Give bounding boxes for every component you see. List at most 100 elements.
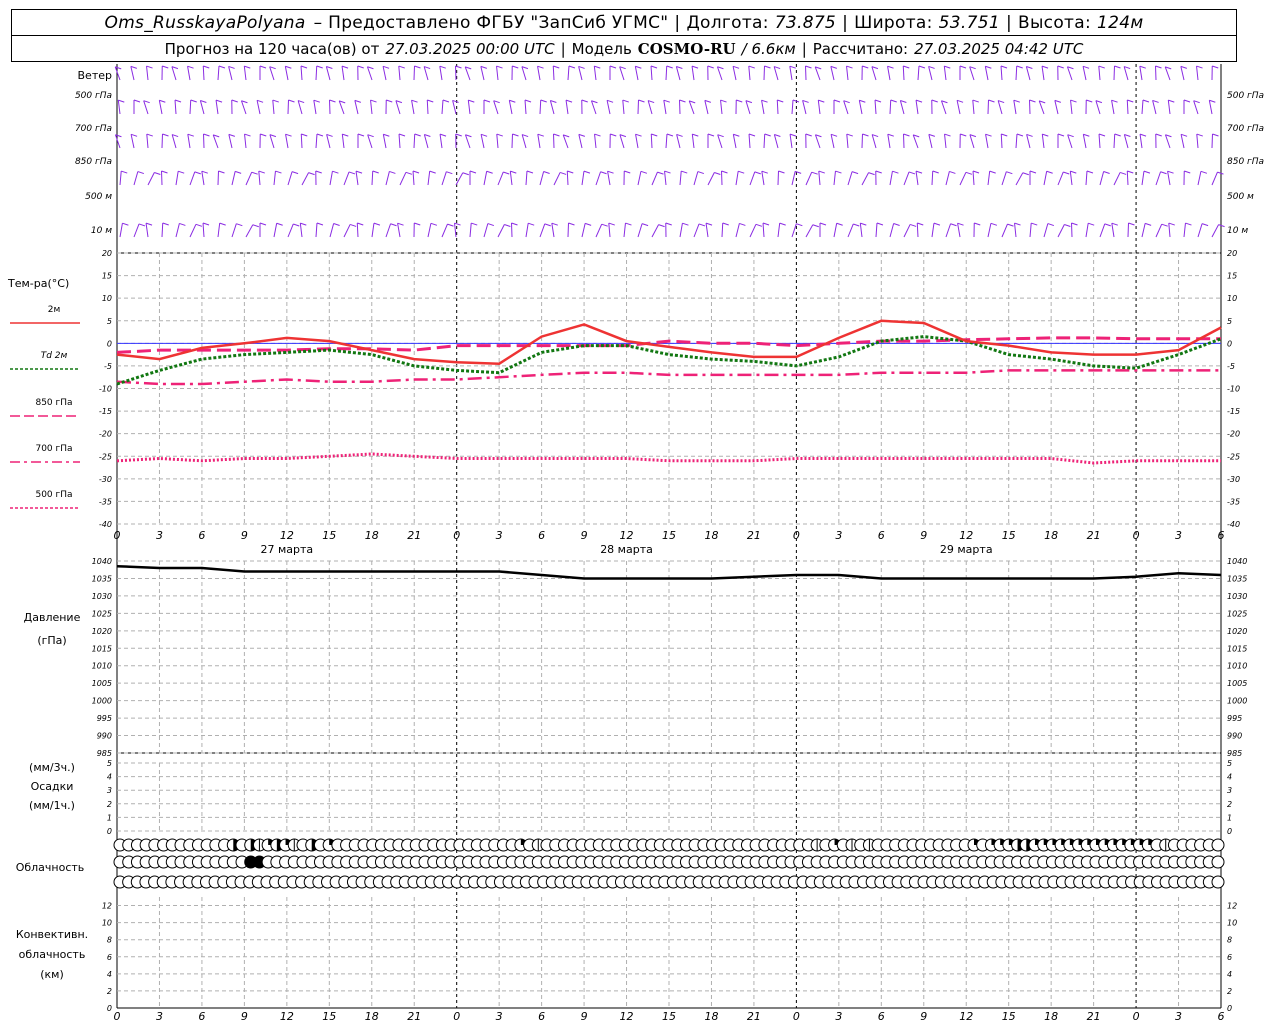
wind-barb — [398, 133, 401, 149]
wind-barb — [427, 223, 432, 238]
wind-barb-flag — [601, 223, 608, 227]
wind-barb-flag — [1057, 65, 1064, 69]
cloud-cover-symbol — [1211, 855, 1225, 869]
wind-barb — [899, 100, 905, 115]
wind-barb — [871, 66, 877, 81]
wind-barb — [871, 134, 877, 149]
temp-ytick-right: -5 — [1227, 362, 1235, 371]
wind-barb-flag — [917, 222, 924, 226]
x-tick-label-top: 0 — [453, 529, 460, 542]
wind-barb-flag — [496, 65, 503, 69]
x-tick-label-top: 21 — [747, 529, 761, 542]
convective-ytick-right: 0 — [1227, 1004, 1232, 1013]
wind-barb-flag — [357, 222, 364, 226]
wind-barb — [343, 224, 351, 238]
wind-barb — [745, 100, 751, 115]
wind-barb-flag — [990, 222, 998, 226]
wind-barb — [356, 222, 359, 238]
wind-barb-flag — [887, 133, 894, 137]
wind-barb-flag — [1086, 99, 1093, 103]
pressure-ytick-left: 1035 — [92, 574, 112, 583]
wind-barb — [371, 170, 374, 186]
wind-barb-flag — [510, 170, 517, 174]
wind-barb-flag — [203, 65, 210, 69]
wind-barb — [874, 99, 877, 115]
precip-ytick-left: 4 — [107, 773, 112, 782]
wind-barb-flag — [259, 222, 267, 226]
wind-barb — [1029, 223, 1032, 238]
wind-barb-flag — [565, 99, 573, 103]
wind-barb — [858, 100, 863, 115]
temp-legend-label-2: 850 гПа — [35, 398, 72, 408]
wind-barb-flag — [1022, 172, 1029, 176]
wind-barb — [847, 223, 854, 238]
wind-barb — [1123, 66, 1129, 81]
wind-barb — [399, 172, 407, 186]
wind-barb — [341, 134, 345, 149]
temp-ytick-left: 10 — [102, 294, 112, 303]
wind-barb-flag — [949, 170, 956, 174]
x-tick-label-bottom: 0 — [453, 1010, 460, 1023]
wind-barb — [245, 224, 254, 238]
wind-barb — [581, 171, 585, 186]
x-tick-label-top: 6 — [1218, 529, 1225, 542]
wind-barb-flag — [487, 223, 495, 227]
wind-barb — [1164, 66, 1171, 81]
wind-barb-flag — [1168, 99, 1175, 103]
wind-barb — [567, 65, 570, 81]
x-tick-label-bottom: 18 — [704, 1010, 718, 1023]
wind-barb-flag — [931, 99, 938, 103]
wind-barb — [859, 223, 863, 238]
wind-barb-flag — [600, 171, 607, 175]
wind-barb — [469, 223, 472, 238]
wind-barb — [189, 224, 197, 238]
wind-barb — [297, 100, 303, 115]
wind-barb-flag — [496, 133, 503, 137]
wind-barb — [623, 223, 626, 238]
wind-barb-flag — [932, 170, 939, 174]
wind-barb-flag — [382, 65, 390, 69]
pressure-ytick-right: 1005 — [1227, 679, 1247, 688]
wind-barb-flag — [540, 99, 547, 103]
wind-barb — [551, 223, 555, 238]
wind-barb-flag — [1064, 224, 1071, 228]
wind-barb — [301, 172, 310, 186]
wind-barb-flag — [1139, 133, 1147, 137]
wind-barb-flag — [1007, 223, 1014, 227]
wind-barb — [130, 134, 135, 149]
pressure-ytick-right: 1015 — [1227, 644, 1247, 653]
wind-barb — [411, 100, 415, 115]
wind-barb — [161, 222, 164, 238]
wind-barb-flag — [950, 223, 957, 227]
pressure-ytick-right: 1025 — [1227, 609, 1247, 618]
wind-barb-flag — [405, 171, 413, 175]
convective-ytick-left: 10 — [102, 919, 112, 928]
wind-barb — [847, 171, 853, 186]
wind-barb-flag — [1041, 65, 1049, 69]
temp-ytick-left: -35 — [99, 497, 112, 506]
pressure-ytick-left: 1020 — [92, 627, 112, 636]
wind-barb-flag — [528, 222, 535, 226]
wind-barb-flag — [308, 172, 315, 176]
wind-barb-flag — [357, 133, 365, 137]
wind-barb-flag — [918, 65, 926, 69]
wind-barb-flag — [1103, 171, 1110, 174]
wind-barb — [199, 100, 205, 115]
wind-barb-flag — [985, 65, 992, 69]
x-tick-label-bottom: 0 — [793, 1010, 800, 1023]
precip-ytick-left: 3 — [107, 786, 112, 795]
wind-barb-flag — [761, 170, 768, 174]
wind-barb-flag — [372, 170, 379, 174]
x-tick-label-bottom: 9 — [581, 1010, 588, 1023]
wind-barb — [1099, 223, 1106, 238]
wind-barb — [945, 223, 952, 238]
wind-barb — [843, 100, 849, 115]
wind-barb — [187, 134, 191, 149]
wind-barb-flag — [509, 99, 516, 103]
wind-barb — [366, 66, 373, 81]
wind-barb — [371, 223, 375, 238]
x-tick-label-top: 6 — [198, 529, 205, 542]
wind-barb — [454, 223, 457, 238]
wind-barb — [915, 100, 919, 115]
wind-barb-flag — [909, 223, 917, 227]
